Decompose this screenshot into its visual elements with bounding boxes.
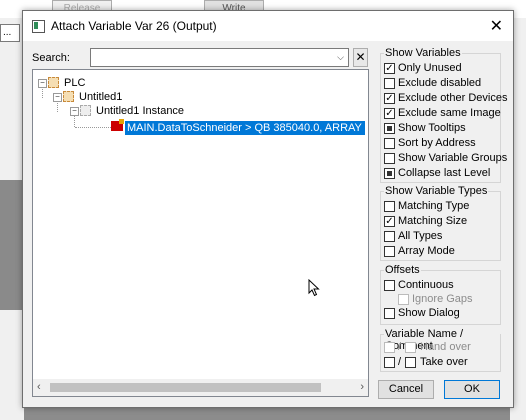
- option-label: Hand over: [420, 341, 471, 353]
- separator: /: [398, 341, 402, 353]
- checkbox[interactable]: [384, 231, 395, 242]
- checkbox-checked[interactable]: ✓: [384, 108, 395, 119]
- scrollbar-thumb[interactable]: [50, 383, 321, 392]
- group-label: Offsets: [384, 264, 421, 276]
- collapse-icon[interactable]: −: [70, 107, 79, 116]
- search-label: Search:: [32, 52, 70, 64]
- tree-node-main-datatoschneider[interactable]: MAIN.DataToSchneider > QB 385040.0, ARRA…: [125, 121, 365, 135]
- option-label: Show Dialog: [398, 307, 460, 319]
- dialog-title: Attach Variable Var 26 (Output): [51, 19, 217, 33]
- option-label: Collapse last Level: [398, 167, 491, 179]
- option-label: Show Tooltips: [398, 122, 466, 134]
- tree-node-label: Untitled1: [79, 91, 123, 103]
- app-icon: [32, 20, 45, 33]
- option-label: Array Mode: [398, 245, 455, 257]
- scroll-left-icon[interactable]: ‹: [37, 381, 41, 393]
- option-label: Take over: [420, 356, 468, 368]
- checkbox-checked[interactable]: ✓: [384, 93, 395, 104]
- option-label: Show Variable Groups: [398, 152, 508, 164]
- tree-node-label: Untitled1 Instance: [96, 105, 185, 117]
- background-field[interactable]: ...: [0, 24, 20, 42]
- search-input[interactable]: ⌵: [90, 48, 349, 67]
- checkbox[interactable]: [384, 138, 395, 149]
- show-variable-types-group: Show Variable Types Matching Type ✓ Match…: [380, 185, 501, 261]
- option-label: Ignore Gaps: [412, 293, 473, 305]
- checkbox-indeterminate[interactable]: [384, 123, 395, 134]
- checkbox-comment[interactable]: [405, 357, 416, 368]
- instance-icon: [80, 105, 91, 116]
- checkbox[interactable]: [384, 153, 395, 164]
- title-bar: Attach Variable Var 26 (Output) ✕: [23, 11, 513, 41]
- background-dark-area: [0, 180, 24, 310]
- checkbox-checked[interactable]: ✓: [384, 63, 395, 74]
- chevron-down-icon[interactable]: ⌵: [337, 52, 344, 63]
- tree-node-label: PLC: [64, 77, 86, 89]
- group-label: Show Variables: [384, 47, 462, 59]
- checkbox[interactable]: [384, 280, 395, 291]
- show-variables-group: Show Variables ✓ Only Unused Exclude disa…: [380, 47, 507, 183]
- variable-tree[interactable]: − PLC − Untitled1 − Untitled1 Instance M…: [32, 69, 369, 397]
- checkbox[interactable]: [384, 78, 395, 89]
- checkbox[interactable]: [384, 308, 395, 319]
- group-label: Show Variable Types: [384, 185, 489, 197]
- background-left-panel: ...: [0, 18, 24, 420]
- option-label: Exclude other Devices: [398, 92, 508, 104]
- checkbox[interactable]: [384, 246, 395, 257]
- option-label: All Types: [398, 230, 443, 242]
- variable-icon: [111, 119, 124, 131]
- checkbox-comment-disabled: [405, 342, 416, 353]
- checkbox-disabled: [398, 294, 409, 305]
- option-label: Continuous: [398, 279, 454, 291]
- ok-button[interactable]: OK: [444, 380, 500, 399]
- option-label: Matching Type: [398, 200, 470, 212]
- plc-icon: [48, 77, 59, 88]
- variable-name-comment-group: Variable Name / Comment / Hand over / Ta…: [380, 328, 501, 372]
- option-label: Exclude disabled: [398, 77, 482, 89]
- checkbox-name-disabled: [384, 342, 395, 353]
- close-icon[interactable]: ✕: [490, 16, 503, 36]
- attach-variable-dialog: Attach Variable Var 26 (Output) ✕ Search…: [22, 10, 514, 408]
- collapse-icon[interactable]: −: [53, 93, 62, 102]
- option-label: Sort by Address: [398, 137, 476, 149]
- option-label: Only Unused: [398, 62, 462, 74]
- checkbox-indeterminate[interactable]: [384, 168, 395, 179]
- collapse-icon[interactable]: −: [38, 79, 47, 88]
- checkbox[interactable]: [384, 201, 395, 212]
- scroll-right-icon[interactable]: ›: [360, 381, 364, 393]
- separator: /: [398, 356, 402, 368]
- clear-search-button[interactable]: ✕: [353, 48, 368, 67]
- project-icon: [63, 91, 74, 102]
- offsets-group: Offsets Continuous Ignore Gaps Show Dial…: [380, 264, 501, 325]
- cancel-button[interactable]: Cancel: [378, 380, 434, 399]
- horizontal-scrollbar[interactable]: ‹ ›: [33, 379, 368, 396]
- checkbox-name[interactable]: [384, 357, 395, 368]
- tree-connector: [75, 127, 111, 128]
- option-label: Matching Size: [398, 215, 468, 227]
- checkbox-checked[interactable]: ✓: [384, 216, 395, 227]
- option-label: Exclude same Image: [398, 107, 501, 119]
